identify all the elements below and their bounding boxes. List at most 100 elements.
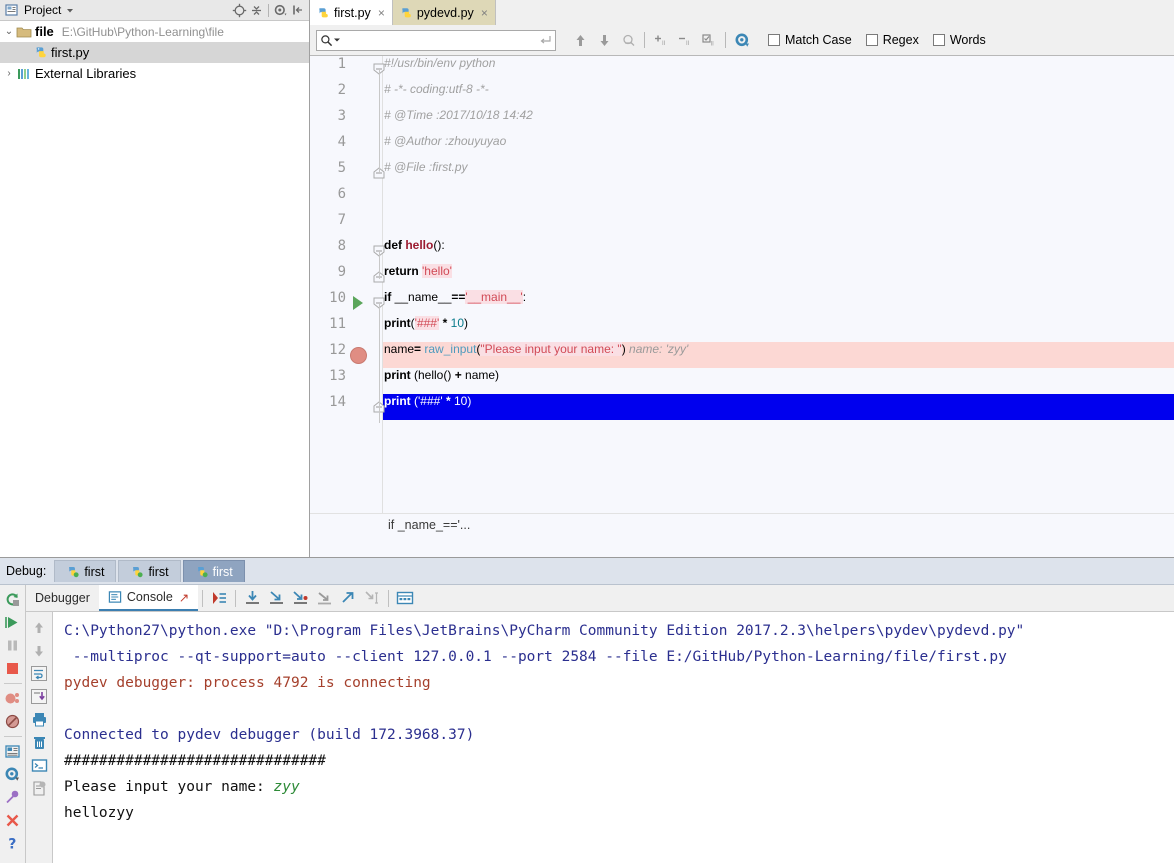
regex-label: Regex (882, 33, 919, 47)
mute-breakpoints-icon[interactable] (2, 710, 24, 733)
rerun-icon[interactable] (2, 588, 24, 611)
tree-item-file[interactable]: ⌄ file E:\GitHub\Python-Learning\file (0, 21, 309, 42)
help-icon[interactable]: ? (2, 832, 24, 855)
settings-gear-icon[interactable] (272, 2, 289, 19)
checkbox-box[interactable] (865, 34, 878, 46)
find-settings-gear-icon[interactable] (730, 29, 754, 51)
code-token-comment: #!/usr/bin/env python (384, 56, 496, 70)
pause-program-icon[interactable] (2, 634, 24, 657)
code-lines[interactable]: 1 #!/usr/bin/env python 2 # -*- coding:utf-… (310, 56, 1174, 420)
tab-console[interactable]: Console ↗ (98, 585, 199, 611)
view-breakpoints-icon[interactable] (2, 687, 24, 710)
search-input[interactable] (341, 31, 539, 49)
tab-debugger[interactable]: Debugger (26, 585, 99, 611)
print-icon[interactable] (28, 708, 50, 731)
project-panel: Project ⌄ file E:\GitHub\Python-Learning… (0, 0, 310, 557)
close-icon[interactable] (2, 809, 24, 832)
settings-gear-icon[interactable] (2, 763, 24, 786)
chevron-right-icon[interactable]: › (2, 68, 16, 79)
console-line: --multiproc --qt-support=auto --client 1… (64, 649, 1007, 665)
console-icon (108, 590, 122, 604)
code-line[interactable]: 13 print (hello() + name) (310, 368, 1174, 394)
editor-tab-first-py[interactable]: first.py × (310, 0, 393, 25)
code-line[interactable]: 10 if __name__=='__main__': (310, 290, 1174, 316)
select-all-occurrences-icon[interactable] (616, 29, 640, 51)
clear-all-icon[interactable] (28, 731, 50, 754)
find-previous-icon[interactable] (568, 29, 592, 51)
checkbox-box[interactable] (932, 34, 945, 46)
force-step-into-icon[interactable] (312, 587, 336, 610)
project-view-icon[interactable] (3, 2, 20, 19)
show-execution-point-icon[interactable] (207, 587, 231, 610)
checkbox-box[interactable] (768, 34, 780, 46)
code-line-text: # @File :first.py (384, 160, 468, 174)
code-token-plain: ) (467, 394, 472, 408)
run-gutter-icon[interactable] (353, 296, 363, 310)
step-into-my-code-icon[interactable] (288, 587, 312, 610)
stop-icon[interactable] (2, 657, 24, 680)
scroll-up-icon[interactable] (28, 616, 50, 639)
code-line-background (383, 186, 1174, 212)
chevron-down-icon[interactable] (61, 2, 78, 19)
svg-text:II: II (711, 41, 715, 47)
code-token-kw: print (384, 368, 411, 382)
chevron-down-icon[interactable]: ⌄ (2, 26, 16, 37)
step-over-icon[interactable] (240, 587, 264, 610)
open-terminal-icon[interactable] (28, 754, 50, 777)
soft-wrap-icon[interactable] (28, 662, 50, 685)
line-number: 8 (337, 238, 346, 254)
close-icon[interactable]: × (378, 6, 385, 20)
line-number: 9 (337, 264, 346, 280)
step-into-icon[interactable] (264, 587, 288, 610)
project-tree[interactable]: ⌄ file E:\GitHub\Python-Learning\file fi… (0, 21, 309, 84)
code-token-str: 'hello' (422, 264, 452, 278)
tree-item-external-libraries[interactable]: › External Libraries (0, 63, 309, 84)
code-line[interactable]: 5 # @File :first.py (310, 160, 1174, 186)
code-line[interactable]: 9 return 'hello' (310, 264, 1174, 290)
find-next-icon[interactable] (592, 29, 616, 51)
scroll-to-end-icon[interactable] (28, 685, 50, 708)
code-line[interactable]: 8 def hello(): (310, 238, 1174, 264)
collapse-all-icon[interactable] (248, 2, 265, 19)
hide-panel-icon[interactable] (289, 2, 306, 19)
code-line[interactable]: 11 print('###' * 10) (310, 316, 1174, 342)
code-line[interactable]: 6 (310, 186, 1174, 212)
step-out-icon[interactable] (336, 587, 360, 610)
code-editor[interactable]: 1 #!/usr/bin/env python 2 # -*- coding:utf-… (310, 56, 1174, 535)
code-line[interactable]: 3 # @Time :2017/10/18 14:42 (310, 108, 1174, 134)
code-line[interactable]: 1 #!/usr/bin/env python (310, 56, 1174, 82)
resume-program-icon[interactable] (2, 611, 24, 634)
select-all-icon[interactable]: II (697, 29, 721, 51)
run-to-cursor-icon[interactable] (360, 587, 384, 610)
code-line[interactable]: 2 # -*- coding:utf-8 -*- (310, 82, 1174, 108)
debug-session-tab-1[interactable]: first (54, 560, 117, 582)
console-output[interactable]: C:\Python27\python.exe "D:\Program Files… (53, 612, 1174, 863)
editor-tab-pydevd-py[interactable]: pydevd.py × (392, 0, 496, 25)
pin-tab-icon[interactable] (2, 786, 24, 809)
close-icon[interactable]: × (481, 6, 488, 20)
regex-checkbox[interactable]: Regex (865, 33, 919, 47)
code-line[interactable]: 7 (310, 212, 1174, 238)
breakpoint-icon[interactable] (350, 347, 367, 364)
words-checkbox[interactable]: Words (932, 33, 986, 47)
layout-settings-icon[interactable] (2, 740, 24, 763)
console-left-toolbar[interactable] (26, 612, 53, 863)
debug-session-tab-3[interactable]: first (182, 560, 245, 582)
detach-tab-icon[interactable]: ↗ (179, 590, 189, 605)
add-occurrence-icon[interactable]: II (649, 29, 673, 51)
remove-occurrence-icon[interactable]: II (673, 29, 697, 51)
breadcrumb[interactable]: if _name_=='... (310, 513, 1174, 535)
code-line[interactable]: 14 print ('###' * 10) (310, 394, 1174, 420)
chevron-down-icon[interactable] (333, 36, 341, 44)
match-case-checkbox[interactable]: Match Case (768, 33, 852, 47)
debug-left-toolbar[interactable]: ? (0, 585, 26, 863)
evaluate-expression-icon[interactable] (393, 587, 417, 610)
search-box[interactable] (316, 29, 556, 51)
scroll-down-icon[interactable] (28, 639, 50, 662)
annotate-icon[interactable] (28, 777, 50, 800)
debug-session-tab-2[interactable]: first (118, 560, 181, 582)
code-line[interactable]: 12 name= raw_input("Please input your na… (310, 342, 1174, 368)
locate-icon[interactable] (231, 2, 248, 19)
code-line[interactable]: 4 # @Author :zhouyuyao (310, 134, 1174, 160)
tree-item-first-py[interactable]: first.py (0, 42, 309, 63)
